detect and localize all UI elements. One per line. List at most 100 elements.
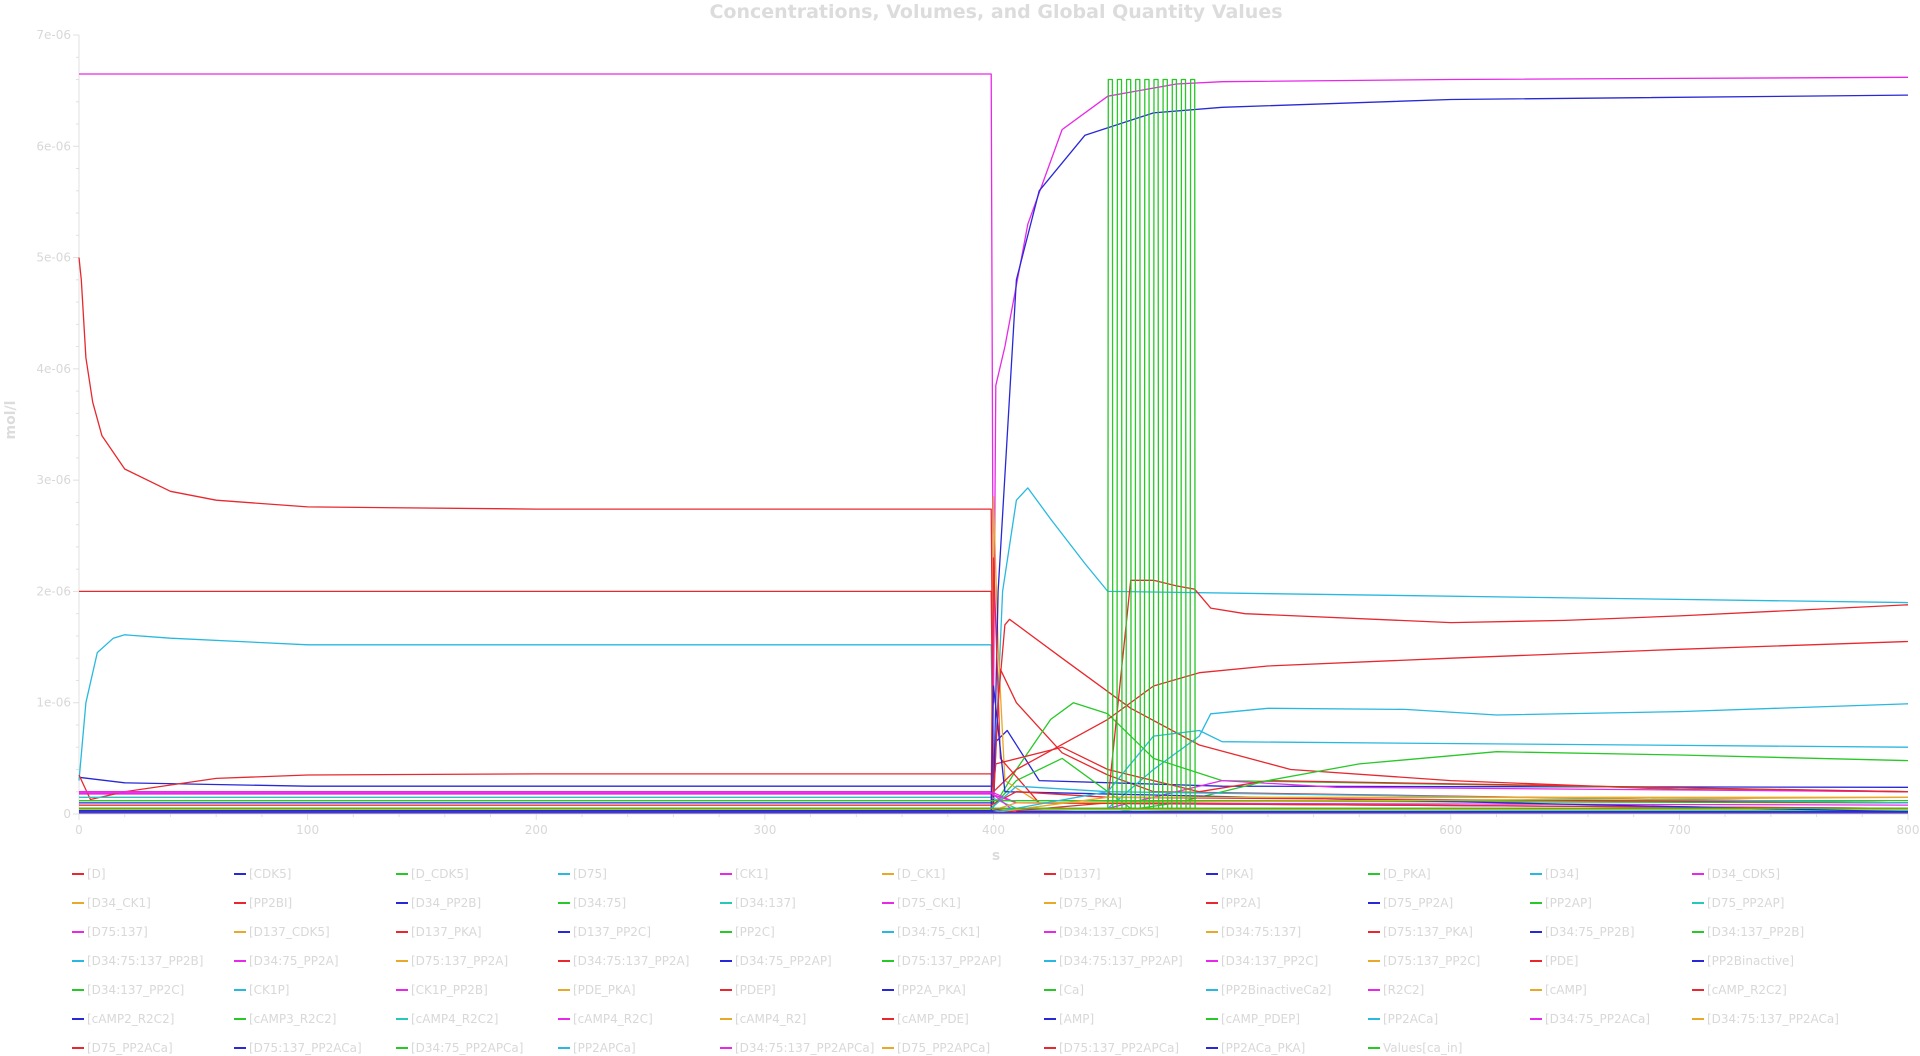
legend-label: [CK1P] [249, 983, 290, 997]
legend-label: [cAMP_PDEP] [1221, 1012, 1301, 1026]
legend-swatch [396, 960, 408, 962]
legend-item: [D137_CDK5] [234, 924, 330, 940]
legend-label: [D34:137] [735, 896, 796, 910]
legend-item: [D34:137_PP2C] [72, 982, 184, 998]
legend-item: [PDE_PKA] [558, 982, 636, 998]
legend-swatch [558, 931, 570, 933]
legend-item: [D34:75_PP2B] [1530, 924, 1635, 940]
legend-item: [D75:137_PP2ACa] [234, 1040, 362, 1056]
legend-item: [AMP] [1044, 1011, 1094, 1027]
legend-swatch [72, 931, 84, 933]
legend-swatch [1692, 902, 1704, 904]
legend-item: [cAMP4_R2C2] [396, 1011, 498, 1027]
legend-label: [D34:75:137_PP2APCa] [735, 1041, 875, 1055]
legend-label: [CK1] [735, 867, 769, 881]
x-tick-label: 0 [75, 823, 83, 837]
legend-swatch [1206, 960, 1218, 962]
x-tick-label: 700 [1668, 823, 1691, 837]
legend-label: [cAMP4_R2C] [573, 1012, 653, 1026]
legend-swatch [1206, 1018, 1218, 1020]
legend-swatch [396, 989, 408, 991]
x-tick-label: 300 [753, 823, 776, 837]
legend-label: [D137_CDK5] [249, 925, 330, 939]
legend-label: [D137_PP2C] [573, 925, 651, 939]
legend-label: [D137_PKA] [411, 925, 482, 939]
legend-label: [D137] [1059, 867, 1101, 881]
legend-swatch [396, 873, 408, 875]
legend-item: [D75_PP2ACa] [72, 1040, 173, 1056]
legend-item: [PP2ACa_PKA] [1206, 1040, 1305, 1056]
legend-label: [D75:137_PP2ACa] [249, 1041, 362, 1055]
legend-label: [D34:75:137_PP2A] [573, 954, 690, 968]
legend-swatch [1530, 1018, 1542, 1020]
legend-swatch [1206, 902, 1218, 904]
legend-swatch [558, 873, 570, 875]
legend-swatch [396, 902, 408, 904]
legend-item: [D75] [558, 866, 607, 882]
legend-swatch [72, 873, 84, 875]
legend-label: [CK1P_PP2B] [411, 983, 488, 997]
legend-label: Values[ca_in] [1383, 1041, 1463, 1055]
legend-item: [D75:137_PP2AP] [882, 953, 1001, 969]
legend-item: [D75_PP2AP] [1692, 895, 1784, 911]
legend-swatch [882, 931, 894, 933]
legend-swatch [1044, 1047, 1056, 1049]
axes: 0 1e-06 2e-06 3e-06 4e-06 5e-06 6e-06 7e-06 0 100… [36, 28, 1919, 837]
legend-item: [D34:75_PP2AP] [720, 953, 832, 969]
legend-label: [cAMP_PDE] [897, 1012, 969, 1026]
legend-swatch [720, 1047, 732, 1049]
legend-label: [D_CK1] [897, 867, 946, 881]
legend-swatch [72, 989, 84, 991]
y-tick-label: 6e-06 [36, 139, 71, 153]
legend-swatch [558, 1047, 570, 1049]
legend-swatch [1692, 873, 1704, 875]
legend-item: [PP2ACa] [1368, 1011, 1438, 1027]
legend-item: [cAMP] [1530, 982, 1587, 998]
legend-label: [D34:137_PP2B] [1707, 925, 1805, 939]
x-tick-label: 600 [1439, 823, 1462, 837]
legend-item: [D34:75:137] [1206, 924, 1301, 940]
legend-swatch [882, 960, 894, 962]
legend-item: [D34:75] [558, 895, 626, 911]
legend-swatch [1530, 873, 1542, 875]
y-axis-label: mol/l [3, 401, 19, 440]
legend-swatch [1692, 1018, 1704, 1020]
legend-label: [cAMP3_R2C2] [249, 1012, 337, 1026]
legend-swatch [234, 960, 246, 962]
x-tick-label: 500 [1211, 823, 1234, 837]
legend-swatch [720, 931, 732, 933]
legend-label: [cAMP4_R2C2] [411, 1012, 499, 1026]
legend-item: [PP2BI] [234, 895, 292, 911]
legend-label: [D34:137_CDK5] [1059, 925, 1159, 939]
legend-item: [CK1P_PP2B] [396, 982, 488, 998]
legend-item: [D34:75:137_PP2APCa] [720, 1040, 874, 1056]
legend-label: [D34:137_PP2C] [1221, 954, 1319, 968]
legend-label: [D34:75_PP2B] [1545, 925, 1635, 939]
legend-swatch [396, 1018, 408, 1020]
x-axis-label: s [992, 848, 1000, 864]
legend-label: [D75] [573, 867, 607, 881]
legend-item: [D75:137_PP2A] [396, 953, 508, 969]
legend-swatch [558, 960, 570, 962]
legend-item: [D_PKA] [1368, 866, 1431, 882]
legend-label: [PP2APCa] [573, 1041, 636, 1055]
legend-item: [PKA] [1206, 866, 1253, 882]
legend-label: [PP2Binactive] [1707, 954, 1795, 968]
legend-label: [D34:75:137] [1221, 925, 1302, 939]
legend-label: [cAMP2_R2C2] [87, 1012, 175, 1026]
legend-item: [D34_CK1] [72, 895, 151, 911]
legend-item: [PP2A_PKA] [882, 982, 966, 998]
legend-swatch [882, 1047, 894, 1049]
legend-swatch [1368, 989, 1380, 991]
legend-label: [D34:75_PP2AP] [735, 954, 832, 968]
x-tick-label: 200 [525, 823, 548, 837]
legend-label: [D75:137_PP2A] [411, 954, 509, 968]
legend-label: [cAMP_R2C2] [1707, 983, 1787, 997]
legend-swatch [1044, 989, 1056, 991]
y-tick-label: 1e-06 [36, 696, 71, 710]
legend-swatch [720, 873, 732, 875]
legend-swatch [720, 1018, 732, 1020]
legend-label: [PP2C] [735, 925, 775, 939]
legend-label: [D34:75_PP2ACa] [1545, 1012, 1651, 1026]
legend-swatch [1692, 989, 1704, 991]
